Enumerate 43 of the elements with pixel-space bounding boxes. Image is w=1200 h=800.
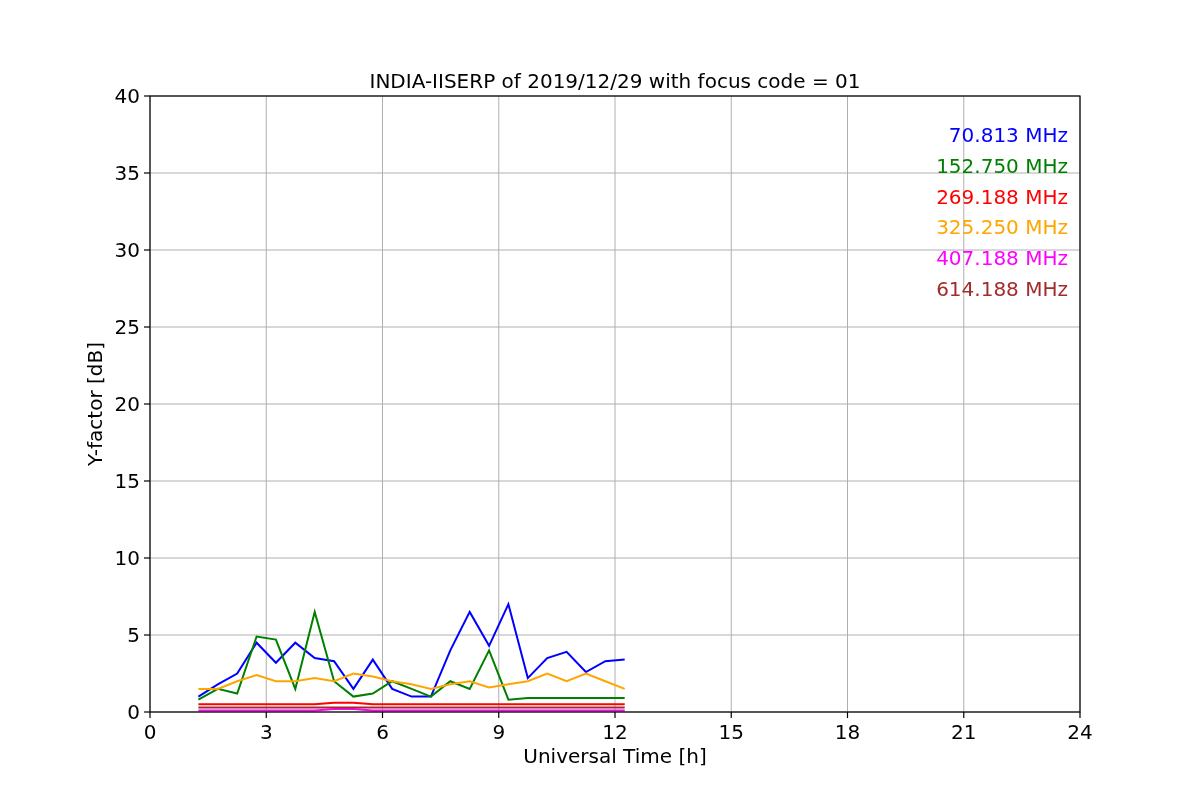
tick-mark <box>730 711 732 719</box>
legend-label: 70.813 MHz <box>948 123 1068 147</box>
tick-mark <box>614 711 616 719</box>
tick-mark <box>1079 711 1081 719</box>
x-tick-label: 6 <box>376 720 389 744</box>
tick-mark <box>143 172 151 174</box>
chart-title: INDIA-IISERP of 2019/12/29 with focus code = 01 <box>369 69 861 93</box>
x-axis-label: Universal Time [h] <box>523 744 707 768</box>
y-tick-label: 40 <box>114 84 140 108</box>
y-tick-label: 35 <box>114 161 140 185</box>
tick-mark <box>143 95 151 97</box>
tick-mark <box>265 711 267 719</box>
tick-mark <box>498 711 500 719</box>
legend-label: 407.188 MHz <box>936 246 1068 271</box>
tick-mark <box>143 634 151 636</box>
y-tick-label: 0 <box>127 700 140 724</box>
y-tick-label: 15 <box>114 469 140 493</box>
legend-label: 269.188 MHz <box>936 184 1068 209</box>
y-axis-label: Y-factor [dB] <box>83 342 107 466</box>
y-tick-label: 30 <box>114 238 140 262</box>
x-tick-label: 12 <box>602 720 628 744</box>
y-tick-label: 5 <box>127 623 140 647</box>
tick-mark <box>381 711 384 719</box>
tick-mark <box>143 403 151 405</box>
y-tick-label: 20 <box>114 392 140 416</box>
tick-mark <box>143 557 151 559</box>
x-tick-label: 15 <box>718 720 744 744</box>
legend-label: 325.250 MHz <box>936 215 1068 240</box>
tick-mark <box>143 326 151 328</box>
x-tick-label: 9 <box>492 720 506 744</box>
x-tick-label: 0 <box>143 720 157 744</box>
x-tick-label: 21 <box>951 720 977 744</box>
y-tick-label: 10 <box>114 546 140 570</box>
legend-label: 152.750 MHz <box>936 153 1068 178</box>
tick-mark <box>846 711 849 719</box>
tick-mark <box>143 249 151 251</box>
tick-mark <box>963 711 965 719</box>
legend-label: 614.188 MHz <box>936 277 1068 301</box>
x-tick-label: 18 <box>834 720 861 744</box>
tick-mark <box>143 480 151 482</box>
x-tick-label: 3 <box>259 720 273 744</box>
y-tick-label: 25 <box>114 315 140 339</box>
x-tick-label: 24 <box>1067 720 1093 744</box>
